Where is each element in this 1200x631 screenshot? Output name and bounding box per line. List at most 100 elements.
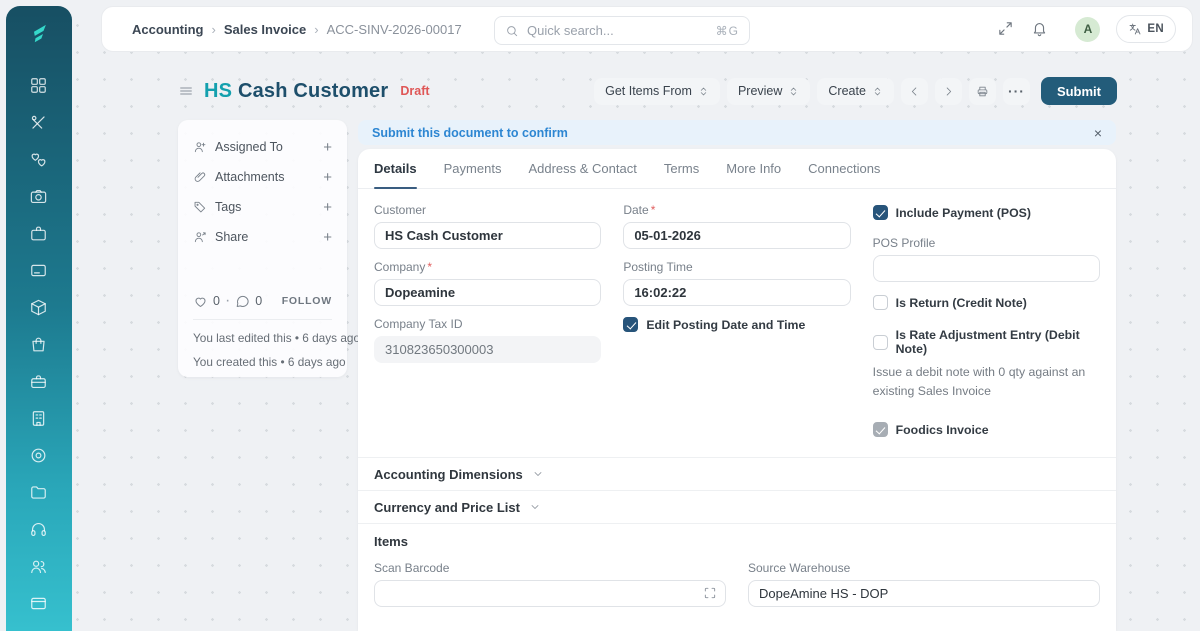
edit-posting-date-label: Edit Posting Date and Time <box>646 318 805 332</box>
next-document-button[interactable] <box>935 78 962 105</box>
paperclip-icon <box>193 170 207 184</box>
folder-icon[interactable] <box>29 483 49 503</box>
previous-document-button[interactable] <box>901 78 928 105</box>
scan-icon[interactable] <box>703 586 717 600</box>
get-items-from-label: Get Items From <box>605 84 692 98</box>
tab-connections[interactable]: Connections <box>808 149 880 188</box>
update-stock-row: Update Stock <box>358 618 1116 631</box>
sidebar-toggle-icon[interactable] <box>178 83 194 99</box>
accounting-dimensions-section[interactable]: Accounting Dimensions <box>358 457 1116 490</box>
date-field[interactable] <box>623 222 850 249</box>
submit-alert-link[interactable]: Submit this document to confirm <box>372 126 568 140</box>
add-assignment-button[interactable]: + <box>323 139 332 156</box>
checkbox-box[interactable] <box>873 335 888 350</box>
get-items-from-button[interactable]: Get Items From <box>594 78 720 105</box>
chevron-down-icon <box>529 501 541 513</box>
toolbox-icon[interactable] <box>29 372 49 392</box>
print-button[interactable] <box>969 78 996 105</box>
healthcare-icon[interactable] <box>29 150 49 170</box>
required-asterisk: * <box>427 260 432 274</box>
camera-icon[interactable] <box>29 187 49 207</box>
menu-button[interactable]: ··· <box>1003 78 1030 105</box>
share-user-icon <box>193 230 207 244</box>
close-icon[interactable]: × <box>1094 126 1102 140</box>
tools-icon[interactable] <box>29 113 49 133</box>
share-row[interactable]: Share + <box>193 222 332 252</box>
sidebar-divider <box>193 319 332 320</box>
headset-icon[interactable] <box>29 520 49 540</box>
create-button[interactable]: Create <box>817 78 894 105</box>
badge-icon[interactable] <box>29 446 49 466</box>
briefcase-icon[interactable] <box>29 224 49 244</box>
attachments-row[interactable]: Attachments + <box>193 162 332 192</box>
comments-count[interactable]: 0 <box>255 294 262 308</box>
foodics-invoice-checkbox: Foodics Invoice <box>873 422 1100 437</box>
scan-barcode-field-group: Scan Barcode <box>374 561 726 607</box>
submit-alert: Submit this document to confirm × <box>358 120 1116 145</box>
select-chevrons-icon <box>788 86 799 97</box>
breadcrumb-accounting[interactable]: Accounting <box>132 22 204 37</box>
follow-button[interactable]: FOLLOW <box>282 295 332 307</box>
quick-search[interactable]: ⌘G <box>494 16 750 45</box>
posting-time-field[interactable] <box>623 279 850 306</box>
building-icon[interactable] <box>29 409 49 429</box>
tags-row[interactable]: Tags + <box>193 192 332 222</box>
fullscreen-icon[interactable] <box>997 20 1015 38</box>
tab-payments[interactable]: Payments <box>444 149 502 188</box>
preview-button[interactable]: Preview <box>727 78 810 105</box>
customer-field[interactable] <box>374 222 601 249</box>
is-return-checkbox[interactable]: Is Return (Credit Note) <box>873 295 1100 310</box>
share-label: Share <box>215 230 315 244</box>
frappe-logo-icon[interactable] <box>24 18 54 48</box>
chevron-down-icon <box>532 468 544 480</box>
shopping-bag-icon[interactable] <box>29 335 49 355</box>
search-input[interactable] <box>527 23 708 38</box>
source-warehouse-field[interactable] <box>748 580 1100 607</box>
is-rate-adjustment-checkbox[interactable]: Is Rate Adjustment Entry (Debit Note) <box>873 328 1100 356</box>
bell-icon[interactable] <box>1031 20 1049 38</box>
dashboard-icon[interactable] <box>29 76 49 96</box>
checkbox-box[interactable] <box>623 317 638 332</box>
add-share-button[interactable]: + <box>323 229 332 246</box>
likes-count[interactable]: 0 <box>213 294 220 308</box>
customer-label: Customer <box>374 203 426 217</box>
assigned-to-row[interactable]: Assigned To + <box>193 132 332 162</box>
tab-terms[interactable]: Terms <box>664 149 699 188</box>
tab-more-info[interactable]: More Info <box>726 149 781 188</box>
currency-price-list-section[interactable]: Currency and Price List <box>358 490 1116 523</box>
navbar-right: A EN <box>997 15 1176 43</box>
add-tag-button[interactable]: + <box>323 199 332 216</box>
language-switcher[interactable]: EN <box>1116 15 1176 43</box>
required-asterisk: * <box>651 203 656 217</box>
pos-profile-field[interactable] <box>873 255 1100 282</box>
add-attachment-button[interactable]: + <box>323 169 332 186</box>
company-field[interactable] <box>374 279 601 306</box>
assign-user-icon <box>193 140 207 154</box>
accounting-dimensions-title: Accounting Dimensions <box>374 467 523 482</box>
currency-price-list-title: Currency and Price List <box>374 500 520 515</box>
scan-barcode-field[interactable] <box>374 580 726 607</box>
is-return-label: Is Return (Credit Note) <box>896 296 1027 310</box>
id-card-icon[interactable] <box>29 261 49 281</box>
posting-time-field-group: Posting Time <box>623 260 850 306</box>
breadcrumb-sales-invoice[interactable]: Sales Invoice <box>224 22 306 37</box>
tab-address-contact[interactable]: Address & Contact <box>528 149 636 188</box>
app-sidebar-icons <box>29 76 49 614</box>
checkbox-box[interactable] <box>873 205 888 220</box>
tab-details[interactable]: Details <box>374 149 417 188</box>
edit-posting-date-checkbox[interactable]: Edit Posting Date and Time <box>623 317 850 332</box>
browser-window-icon[interactable] <box>29 594 49 614</box>
collapsible-sections: Accounting Dimensions Currency and Price… <box>358 457 1116 559</box>
top-navbar: Accounting › Sales Invoice › ACC-SINV-20… <box>101 6 1193 52</box>
scan-barcode-label: Scan Barcode <box>374 561 449 575</box>
heart-icon[interactable] <box>193 294 208 309</box>
include-payment-checkbox[interactable]: Include Payment (POS) <box>873 205 1100 220</box>
submit-button[interactable]: Submit <box>1041 77 1117 105</box>
checkbox-box[interactable] <box>873 295 888 310</box>
status-badge: Draft <box>400 84 429 98</box>
source-warehouse-field-group: Source Warehouse <box>748 561 1100 607</box>
avatar[interactable]: A <box>1075 17 1100 42</box>
comment-icon[interactable] <box>235 294 250 309</box>
package-icon[interactable] <box>29 298 49 318</box>
users-icon[interactable] <box>29 557 49 577</box>
